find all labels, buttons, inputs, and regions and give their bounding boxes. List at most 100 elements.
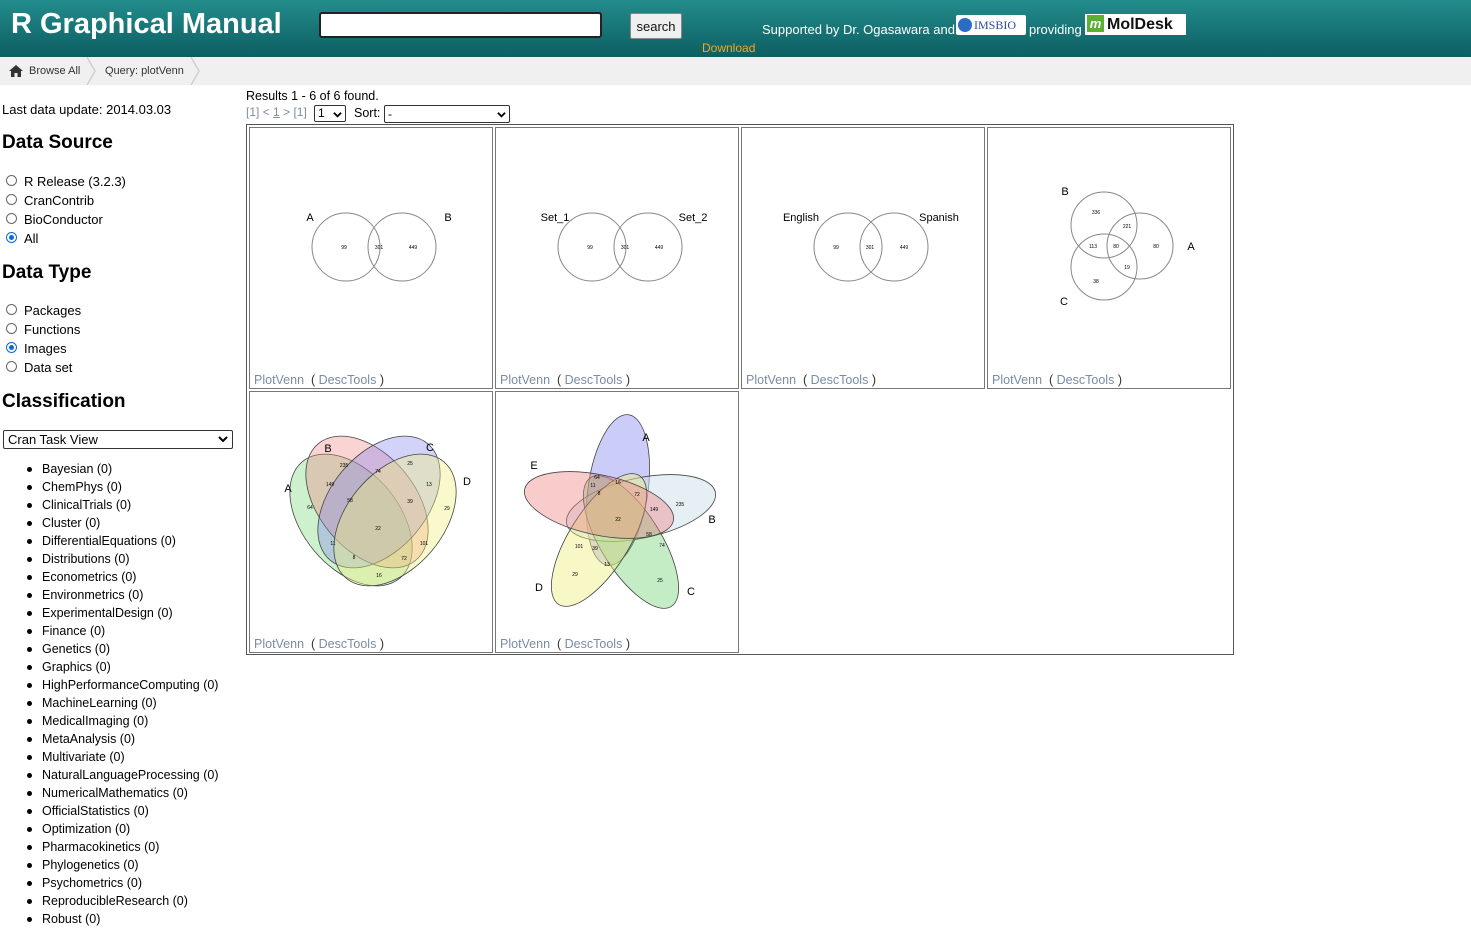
classification-item[interactable]: MachineLearning (0) [0,694,219,712]
classification-item[interactable]: Pharmacokinetics (0) [0,838,219,856]
classification-item[interactable]: MetaAnalysis (0) [0,730,219,748]
venn-count: 22 [615,517,621,523]
classification-item[interactable]: Psychometrics (0) [0,874,219,892]
radio-button[interactable] [6,342,17,354]
venn-count: 64 [594,475,600,481]
result-card[interactable]: A B 99 301 449 PlotVenn ( DescTools ) [249,127,493,389]
radio-packages[interactable]: Packages [6,303,81,321]
classification-item[interactable]: Cluster (0) [0,514,219,532]
page-select-value: 1 [318,106,325,120]
radio-crancontrib[interactable]: CranContrib [6,193,94,211]
classification-item[interactable]: Finance (0) [0,622,219,640]
venn-thumbnail[interactable]: A B C D 235 74 25 149 58 39 13 64 29 22 … [250,392,494,654]
venn-count: 11 [590,483,595,489]
sort-select[interactable]: - [384,105,510,123]
venn-count: 336 [1092,210,1101,216]
classification-select[interactable]: Cran Task View [3,430,233,449]
radio-button[interactable] [6,323,17,335]
radio-button[interactable] [6,361,17,373]
function-link[interactable]: PlotVenn [254,373,304,387]
pager-first[interactable]: [1] [246,105,259,119]
result-card[interactable]: Set_1 Set_2 99 301 449 PlotVenn ( DescTo… [495,127,739,389]
moldesk-logo[interactable]: m MolDesk [1085,14,1186,35]
package-link[interactable]: DescTools [565,373,623,387]
result-caption: PlotVenn ( DescTools ) [500,637,630,651]
result-card[interactable]: A B C D 235 74 25 149 58 39 13 64 29 22 … [249,391,493,653]
classification-item[interactable]: ChemPhys (0) [0,478,219,496]
radio-functions[interactable]: Functions [6,322,80,340]
classification-item[interactable]: Optimization (0) [0,820,219,838]
result-card[interactable]: B A C 336 221 113 80 80 19 38 PlotVenn (… [987,127,1231,389]
venn-count: 13 [426,482,432,488]
classification-item[interactable]: ReproducibleResearch (0) [0,892,219,910]
classification-item[interactable]: DifferentialEquations (0) [0,532,219,550]
classification-item[interactable]: Multivariate (0) [0,748,219,766]
classification-title: Classification [2,391,126,412]
classification-item[interactable]: HighPerformanceComputing (0) [0,676,219,694]
venn-thumbnail[interactable]: Set_1 Set_2 99 301 449 [496,128,740,390]
radio-bioconductor[interactable]: BioConductor [6,212,103,230]
search-button[interactable]: search [630,13,682,39]
radio-button[interactable] [6,232,17,244]
function-link[interactable]: PlotVenn [746,373,796,387]
result-card[interactable]: A B C D E 64 16 11 72 8 235 149 22 58 74… [495,391,739,653]
site-title[interactable]: R Graphical Manual [11,8,282,41]
pager-next[interactable]: > [283,105,290,119]
classification-item[interactable]: Econometrics (0) [0,568,219,586]
result-caption: PlotVenn ( DescTools ) [500,373,630,387]
classification-item[interactable]: OfficialStatistics (0) [0,802,219,820]
imsbio-logo[interactable]: IMSBIO [956,15,1026,35]
venn-thumbnail[interactable]: A B 99 301 449 [250,128,494,390]
radio-r-release[interactable]: R Release (3.2.3) [6,174,126,192]
classification-item[interactable]: Robust (0) [0,910,219,928]
result-card[interactable]: English Spanish 99 301 449 PlotVenn ( De… [741,127,985,389]
breadcrumb-browse-all[interactable]: Browse All [29,57,80,85]
classification-item[interactable]: NumericalMathematics (0) [0,784,219,802]
breadcrumb-separator [190,57,200,85]
function-link[interactable]: PlotVenn [992,373,1042,387]
classification-item[interactable]: Environmetrics (0) [0,586,219,604]
function-link[interactable]: PlotVenn [500,637,550,651]
package-link[interactable]: DescTools [565,637,623,651]
classification-item[interactable]: NaturalLanguageProcessing (0) [0,766,219,784]
venn-count: 449 [655,245,664,251]
function-link[interactable]: PlotVenn [500,373,550,387]
venn-thumbnail[interactable]: B A C 336 221 113 80 80 19 38 [988,128,1232,390]
package-link[interactable]: DescTools [811,373,869,387]
pager-prev[interactable]: < [263,105,270,119]
venn-count: 99 [833,245,839,251]
classification-item[interactable]: MedicalImaging (0) [0,712,219,730]
breadcrumb-query[interactable]: Query: plotVenn [105,57,184,85]
classification-item[interactable]: Distributions (0) [0,550,219,568]
venn-thumbnail[interactable]: A B C D E 64 16 11 72 8 235 149 22 58 74… [496,392,740,654]
classification-item[interactable]: ExperimentalDesign (0) [0,604,219,622]
venn-thumbnail[interactable]: English Spanish 99 301 449 [742,128,986,390]
radio-images[interactable]: Images [6,341,67,359]
package-link[interactable]: DescTools [319,637,377,651]
venn-count: 13 [604,562,610,568]
radio-all[interactable]: All [6,231,38,249]
radio-button[interactable] [6,304,17,316]
classification-item[interactable]: ClinicalTrials (0) [0,496,219,514]
radio-data-set[interactable]: Data set [6,360,72,378]
classification-item[interactable]: Graphics (0) [0,658,219,676]
package-link[interactable]: DescTools [1057,373,1115,387]
home-icon[interactable] [9,65,23,77]
classification-item[interactable]: Bayesian (0) [0,460,219,478]
page-select[interactable]: 1 [314,105,346,122]
package-link[interactable]: DescTools [319,373,377,387]
radio-button[interactable] [6,194,17,206]
download-link[interactable]: Download [702,41,755,55]
radio-label: R Release (3.2.3) [24,174,126,189]
venn-count: 8 [353,555,356,561]
pager-last[interactable]: [1] [293,105,306,119]
radio-button[interactable] [6,213,17,225]
pager-current[interactable]: 1 [273,105,280,119]
venn-count: 301 [866,245,875,251]
classification-item[interactable]: Genetics (0) [0,640,219,658]
radio-button[interactable] [6,175,17,187]
function-link[interactable]: PlotVenn [254,637,304,651]
result-caption: PlotVenn ( DescTools ) [992,373,1122,387]
classification-item[interactable]: Phylogenetics (0) [0,856,219,874]
search-input[interactable] [319,12,602,38]
